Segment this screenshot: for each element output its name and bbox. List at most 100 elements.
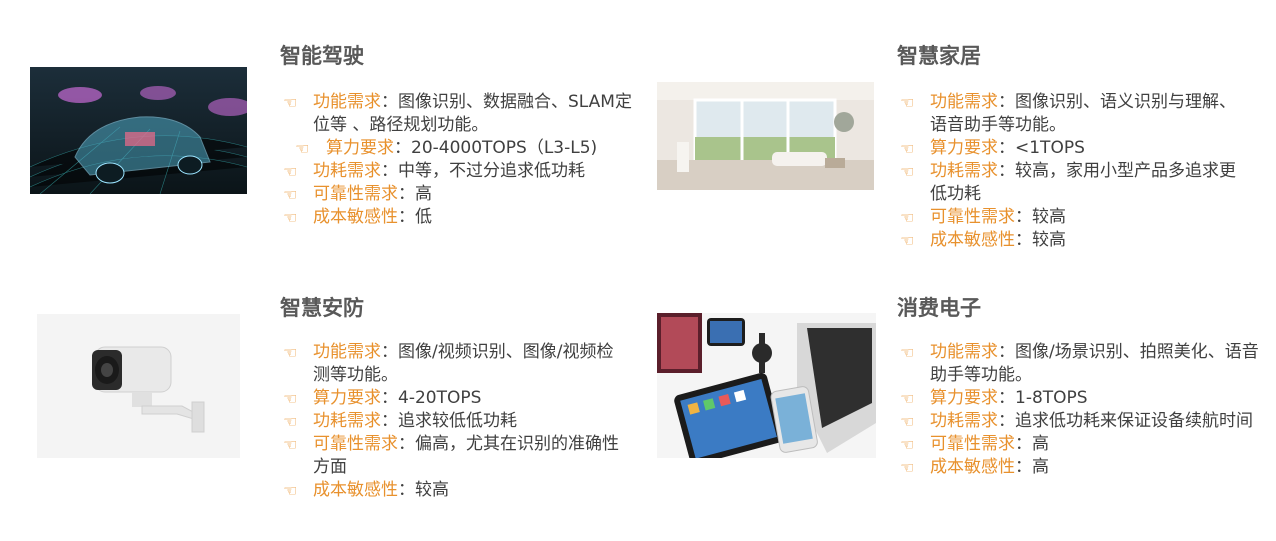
item-value: 高 xyxy=(415,184,432,204)
item-separator: ： xyxy=(398,207,415,227)
list-item: ☜ 功耗需求：较高，家用小型产品多追求更低功耗 xyxy=(900,160,1240,206)
pointing-hand-icon: ☜ xyxy=(283,481,298,500)
security-camera-image xyxy=(37,314,240,458)
list-item: ☜ 功能需求：图像识别、语义识别与理解、语音助手等功能。 xyxy=(900,91,1240,137)
pointing-hand-icon: ☜ xyxy=(900,208,915,227)
item-value: 20-4000TOPS（L3-L5) xyxy=(411,138,598,158)
list-item: ☜ 功耗需求：追求低功耗来保证设备续航时间 xyxy=(900,410,1260,433)
pointing-hand-icon: ☜ xyxy=(900,458,915,477)
pointing-hand-icon: ☜ xyxy=(283,343,298,362)
list-item: ☜ 可靠性需求：偏高，尤其在识别的准确性方面 xyxy=(283,433,628,479)
item-key: 成本敏感性 xyxy=(930,457,1015,477)
item-value: 中等，不过分追求低功耗 xyxy=(398,161,585,181)
item-separator: ： xyxy=(998,342,1015,362)
pointing-hand-icon: ☜ xyxy=(900,389,915,408)
autonomous-car-image xyxy=(30,67,247,194)
item-key: 功耗需求 xyxy=(930,161,998,181)
item-value: 4-20TOPS xyxy=(398,388,482,408)
consumer-electronics-list: ☜ 功能需求：图像/场景识别、拍照美化、语音助手等功能。 ☜ 算力要求：1-8T… xyxy=(900,341,1260,479)
list-item: ☜ 功能需求：图像/场景识别、拍照美化、语音助手等功能。 xyxy=(900,341,1260,387)
section-title-smart-home: 智慧家居 xyxy=(897,44,981,68)
list-item: ☜ 功耗需求：中等，不过分追求低功耗 xyxy=(283,160,638,183)
list-item: ☜ 算力要求：1-8TOPS xyxy=(900,387,1260,410)
item-key: 成本敏感性 xyxy=(313,480,398,500)
pointing-hand-icon: ☜ xyxy=(283,389,298,408)
pointing-hand-icon: ☜ xyxy=(283,208,298,227)
item-separator: ： xyxy=(998,92,1015,112)
pointing-hand-icon: ☜ xyxy=(900,343,915,362)
item-key: 算力要求 xyxy=(930,138,998,158)
section-title-consumer-electronics: 消费电子 xyxy=(897,296,981,320)
item-key: 成本敏感性 xyxy=(313,207,398,227)
consumer-devices-image xyxy=(657,313,876,458)
list-item: ☜ 算力要求：4-20TOPS xyxy=(283,387,628,410)
item-separator: ： xyxy=(381,411,398,431)
pointing-hand-icon: ☜ xyxy=(900,139,915,158)
item-key: 可靠性需求 xyxy=(313,184,398,204)
pointing-hand-icon: ☜ xyxy=(900,412,915,431)
list-item: ☜ 成本敏感性：低 xyxy=(283,206,638,229)
item-separator: ： xyxy=(998,161,1015,181)
item-key: 算力要求 xyxy=(930,388,998,408)
item-key: 算力要求 xyxy=(326,138,394,158)
item-separator: ： xyxy=(398,480,415,500)
section-title-autonomous-driving: 智能驾驶 xyxy=(280,44,364,68)
item-separator: ： xyxy=(394,138,411,158)
item-key: 功能需求 xyxy=(930,92,998,112)
list-item: ☜ 算力要求：<1TOPS xyxy=(900,137,1240,160)
item-value: 较高 xyxy=(1032,230,1066,250)
item-value: 高 xyxy=(1032,457,1049,477)
item-separator: ： xyxy=(398,434,415,454)
list-item: ☜ 可靠性需求：高 xyxy=(283,183,638,206)
item-separator: ： xyxy=(381,342,398,362)
pointing-hand-icon: ☜ xyxy=(900,435,915,454)
item-key: 功耗需求 xyxy=(313,161,381,181)
item-value: 较高 xyxy=(1032,207,1066,227)
item-separator: ： xyxy=(381,92,398,112)
item-key: 功能需求 xyxy=(930,342,998,362)
item-key: 功耗需求 xyxy=(930,411,998,431)
pointing-hand-icon: ☜ xyxy=(283,435,298,454)
item-separator: ： xyxy=(381,161,398,181)
item-value: <1TOPS xyxy=(1015,138,1085,158)
pointing-hand-icon: ☜ xyxy=(900,231,915,250)
item-value: 较高 xyxy=(415,480,449,500)
slide: 智能驾驶 ☜ 功能需求：图像识别、数据融合、SLAM定位等 、路径规划功能。 ☜… xyxy=(0,0,1276,541)
item-key: 算力要求 xyxy=(313,388,381,408)
item-key: 可靠性需求 xyxy=(930,207,1015,227)
smart-home-list: ☜ 功能需求：图像识别、语义识别与理解、语音助手等功能。 ☜ 算力要求：<1TO… xyxy=(900,91,1240,252)
list-item: ☜ 成本敏感性：高 xyxy=(900,456,1260,479)
pointing-hand-icon: ☜ xyxy=(283,93,298,112)
pointing-hand-icon: ☜ xyxy=(295,139,310,158)
pointing-hand-icon: ☜ xyxy=(283,185,298,204)
item-key: 可靠性需求 xyxy=(930,434,1015,454)
item-key: 成本敏感性 xyxy=(930,230,1015,250)
item-separator: ： xyxy=(1015,457,1032,477)
smart-security-list: ☜ 功能需求：图像/视频识别、图像/视频检测等功能。 ☜ 算力要求：4-20TO… xyxy=(283,341,628,502)
item-key: 功能需求 xyxy=(313,342,381,362)
item-separator: ： xyxy=(381,388,398,408)
item-value: 低 xyxy=(415,207,432,227)
list-item: ☜ 可靠性需求：较高 xyxy=(900,206,1240,229)
list-item: ☜ 功能需求：图像识别、数据融合、SLAM定位等 、路径规划功能。 xyxy=(283,91,638,137)
pointing-hand-icon: ☜ xyxy=(900,162,915,181)
item-separator: ： xyxy=(998,138,1015,158)
pointing-hand-icon: ☜ xyxy=(900,93,915,112)
autonomous-driving-list: ☜ 功能需求：图像识别、数据融合、SLAM定位等 、路径规划功能。 ☜ 算力要求… xyxy=(283,91,638,229)
item-key: 可靠性需求 xyxy=(313,434,398,454)
list-item: ☜ 成本敏感性：较高 xyxy=(283,479,628,502)
list-item: ☜ 算力要求：20-4000TOPS（L3-L5) xyxy=(283,137,638,160)
item-separator: ： xyxy=(1015,207,1032,227)
smart-living-room-image xyxy=(657,82,874,190)
pointing-hand-icon: ☜ xyxy=(283,162,298,181)
item-value: 追求较低低功耗 xyxy=(398,411,517,431)
item-key: 功耗需求 xyxy=(313,411,381,431)
item-value: 高 xyxy=(1032,434,1049,454)
item-separator: ： xyxy=(998,411,1015,431)
list-item: ☜ 可靠性需求：高 xyxy=(900,433,1260,456)
pointing-hand-icon: ☜ xyxy=(283,412,298,431)
item-value: 追求低功耗来保证设备续航时间 xyxy=(1015,411,1253,431)
item-key: 功能需求 xyxy=(313,92,381,112)
item-separator: ： xyxy=(1015,434,1032,454)
list-item: ☜ 功耗需求：追求较低低功耗 xyxy=(283,410,628,433)
